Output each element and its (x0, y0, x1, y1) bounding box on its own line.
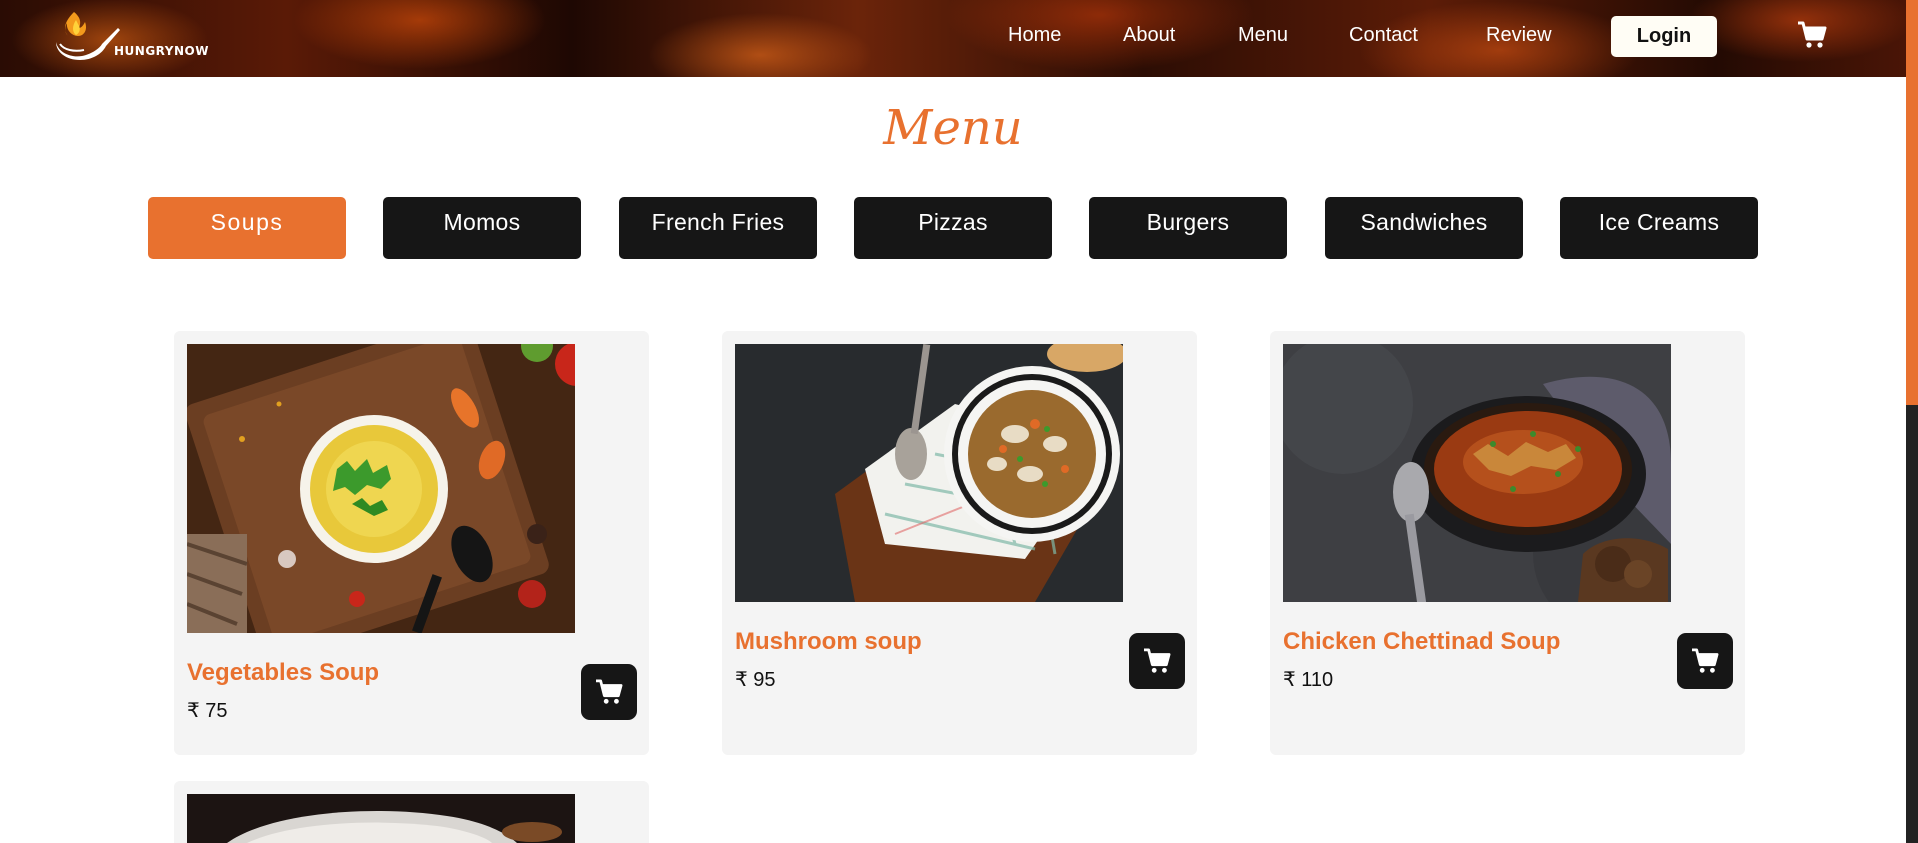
add-to-cart-button[interactable] (581, 664, 637, 720)
flame-pan-icon (56, 12, 120, 60)
product-image (187, 344, 575, 633)
nav-contact[interactable]: Contact (1349, 24, 1418, 47)
header-cart-button[interactable] (1797, 21, 1827, 53)
product-card (174, 781, 649, 843)
product-name[interactable]: Vegetables Soup (187, 659, 379, 687)
tab-momos[interactable]: Momos (383, 197, 581, 259)
tab-burgers[interactable]: Burgers (1089, 197, 1287, 259)
tab-pizzas[interactable]: Pizzas (854, 197, 1052, 259)
tab-sandwiches[interactable]: Sandwiches (1325, 197, 1523, 259)
chicken-soup-photo (1283, 344, 1671, 602)
cart-icon (1798, 21, 1827, 48)
product-image (735, 344, 1123, 602)
nav-review[interactable]: Review (1486, 24, 1552, 47)
nav-home[interactable]: Home (1008, 24, 1061, 47)
vegetable-soup-photo (187, 344, 575, 633)
product-card: Vegetables Soup ₹ 75 (174, 331, 649, 755)
tab-french-fries[interactable]: French Fries (619, 197, 817, 259)
product-image (1283, 344, 1671, 602)
soup-photo (187, 794, 575, 843)
cart-icon (596, 679, 623, 704)
add-to-cart-button[interactable] (1677, 633, 1733, 689)
page-scrollbar-thumb[interactable] (1906, 0, 1918, 405)
product-card: Mushroom soup ₹ 95 (722, 331, 1197, 755)
product-price: ₹ 95 (735, 669, 776, 691)
page-title: Menu (883, 100, 1023, 156)
product-price: ₹ 110 (1283, 669, 1334, 691)
add-to-cart-button[interactable] (1129, 633, 1185, 689)
mushroom-soup-photo (735, 344, 1123, 602)
product-card: Chicken Chettinad Soup ₹ 110 (1270, 331, 1745, 755)
site-header: HUNGRYNOW Home About Menu Contact Review… (0, 0, 1906, 77)
cart-icon (1144, 648, 1171, 673)
product-image (187, 794, 575, 843)
tab-soups[interactable]: Soups (148, 197, 346, 259)
product-price: ₹ 75 (187, 700, 228, 722)
tab-ice-creams[interactable]: Ice Creams (1560, 197, 1758, 259)
nav-menu[interactable]: Menu (1238, 24, 1288, 47)
login-button[interactable]: Login (1611, 16, 1717, 57)
cart-icon (1692, 648, 1719, 673)
brand-name: HUNGRYNOW (114, 44, 209, 58)
product-name[interactable]: Mushroom soup (735, 628, 922, 656)
brand-logo[interactable]: HUNGRYNOW (52, 6, 222, 66)
product-name[interactable]: Chicken Chettinad Soup (1283, 628, 1560, 656)
nav-about[interactable]: About (1123, 24, 1175, 47)
